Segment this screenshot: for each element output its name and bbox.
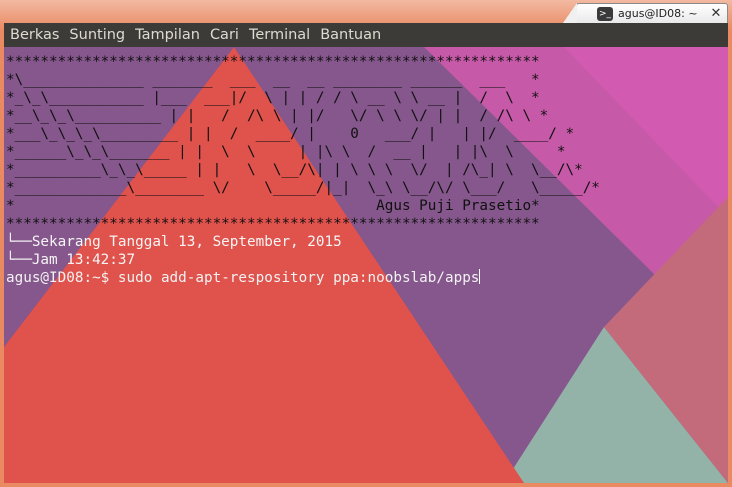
banner-line: *_____________\________ \/ \_____/|_| \_… — [6, 180, 600, 196]
menu-tampilan[interactable]: Tampilan — [131, 27, 204, 43]
menu-bar: Berkas Sunting Tampilan Cari Terminal Ba… — [4, 23, 728, 47]
terminal-window: >_ agus@ID08: ~ ✕ Berkas Sunting Tampila… — [0, 0, 732, 487]
banner-author-line: * Agus Puji Prasetio* — [6, 198, 540, 214]
terminal-text: ****************************************… — [6, 53, 600, 287]
menu-bantuan[interactable]: Bantuan — [316, 27, 385, 43]
command-input[interactable]: sudo add-apt-respository ppa:noobslab/ap… — [118, 270, 480, 286]
banner-line: ****************************************… — [6, 54, 540, 70]
banner-line: *______\_\_\_______ | | \ \ | |\ \ / __ … — [6, 144, 566, 160]
menu-sunting[interactable]: Sunting — [65, 27, 129, 43]
terminal-icon: >_ — [597, 6, 613, 21]
menu-cari[interactable]: Cari — [206, 27, 243, 43]
shell-prompt: agus@ID08:~$ — [6, 270, 118, 286]
banner-line: *___\_\_\_\_________ | | / ____/ | 0 ___… — [6, 126, 575, 142]
menu-berkas[interactable]: Berkas — [6, 27, 63, 43]
date-line: └──Sekarang Tanggal 13, September, 2015 — [6, 234, 342, 250]
menu-terminal[interactable]: Terminal — [245, 27, 314, 43]
banner-line: *__________\_\_\_____ | | \ \__/\| | \ \… — [6, 162, 583, 178]
banner-line: *_\_\___________ |___ ___|/ \ | | / / \ … — [6, 90, 540, 106]
window-title: agus@ID08: ~ — [618, 7, 698, 20]
banner-line: ****************************************… — [6, 216, 540, 232]
window-title-tab[interactable]: >_ agus@ID08: ~ ✕ — [563, 3, 728, 23]
banner-line: *\______________ _______ ___ __ __ _____… — [6, 72, 540, 88]
time-line: └──Jam 13:42:37 — [6, 252, 136, 268]
text-cursor — [479, 269, 481, 284]
terminal-output-area[interactable]: ****************************************… — [4, 47, 728, 483]
banner-line: *__\_\_\__________ | | / /\ \ | |/ \/ \ … — [6, 108, 549, 124]
close-icon[interactable]: ✕ — [708, 6, 724, 22]
command-line[interactable]: agus@ID08:~$ sudo add-apt-respository pp… — [6, 269, 600, 287]
